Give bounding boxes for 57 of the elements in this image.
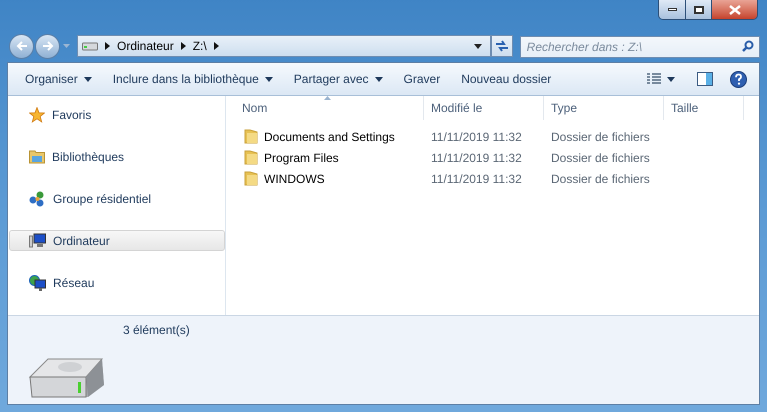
computer-icon: [29, 233, 46, 248]
back-button[interactable]: [9, 34, 34, 58]
file-type: Dossier de fichiers: [551, 130, 650, 144]
modified-date: 11/11/2019 11:32: [431, 150, 522, 164]
forward-arrow-icon: [42, 41, 54, 51]
refresh-icon: [494, 40, 509, 52]
folder-icon: [29, 149, 45, 164]
folder-icon: [244, 129, 258, 144]
back-arrow-icon: [16, 41, 28, 51]
folder-icon: [244, 150, 258, 165]
maximize-button[interactable]: [686, 0, 712, 19]
nav-item[interactable]: Réseau: [9, 272, 225, 293]
toolbar-button[interactable]: Organiser: [17, 67, 100, 91]
nav-item[interactable]: Bibliothèques: [9, 146, 225, 167]
chevron-icon[interactable]: [180, 42, 186, 50]
breadcrumb[interactable]: Z:\: [192, 37, 207, 55]
toolbar-button[interactable]: Partager avec: [286, 67, 391, 91]
address-bar[interactable]: Ordinateur Z:\: [77, 35, 492, 57]
refresh-button[interactable]: [491, 35, 513, 57]
modified-date: 11/11/2019 11:32: [431, 130, 522, 144]
nav-item[interactable]: Groupe résidentiel: [9, 188, 225, 209]
forward-button[interactable]: [35, 34, 60, 58]
toolbar-button[interactable]: Graver: [396, 67, 448, 91]
column-header[interactable]: Modifié le: [424, 96, 544, 120]
preview-pane-icon[interactable]: [697, 72, 713, 86]
breadcrumb[interactable]: Ordinateur: [117, 37, 174, 55]
file-type: Dossier de fichiers: [551, 172, 650, 186]
star-icon: [29, 106, 45, 122]
sort-arrow-icon: [324, 96, 331, 100]
chevron-icon[interactable]: [214, 42, 219, 50]
nav-item[interactable]: Ordinateur: [9, 230, 225, 251]
column-header[interactable]: Taille: [664, 96, 744, 120]
minimize-button[interactable]: [659, 0, 686, 19]
column-header[interactable]: Nom: [226, 96, 424, 120]
dropdown-icon[interactable]: [474, 44, 482, 48]
toolbar-button[interactable]: Nouveau dossier: [453, 67, 560, 91]
help-icon[interactable]: [730, 70, 747, 88]
list-view-icon: [647, 73, 661, 85]
close-button[interactable]: [712, 0, 757, 19]
file-name[interactable]: Program Files: [264, 148, 339, 166]
modified-date: 11/11/2019 11:32: [431, 172, 522, 186]
file-name[interactable]: WINDOWS: [264, 170, 325, 188]
network-nodes-icon: [29, 190, 46, 206]
item-count: 3 élément(s): [123, 322, 190, 339]
search-field[interactable]: Rechercher dans : Z:\: [520, 36, 760, 58]
nav-item[interactable]: Favoris: [9, 104, 225, 125]
folder-icon: [244, 171, 258, 186]
toolbar-button[interactable]: Inclure dans la bibliothèque: [104, 67, 281, 91]
network-icon: [29, 274, 46, 290]
file-name[interactable]: Documents and Settings: [264, 128, 395, 146]
close-icon: [728, 4, 740, 14]
caret-icon: [667, 76, 675, 82]
drive-icon: [82, 41, 98, 51]
column-header[interactable]: Type: [544, 96, 664, 120]
chevron-icon[interactable]: [105, 42, 110, 50]
file-type: Dossier de fichiers: [551, 150, 650, 164]
search-icon[interactable]: [742, 40, 754, 52]
